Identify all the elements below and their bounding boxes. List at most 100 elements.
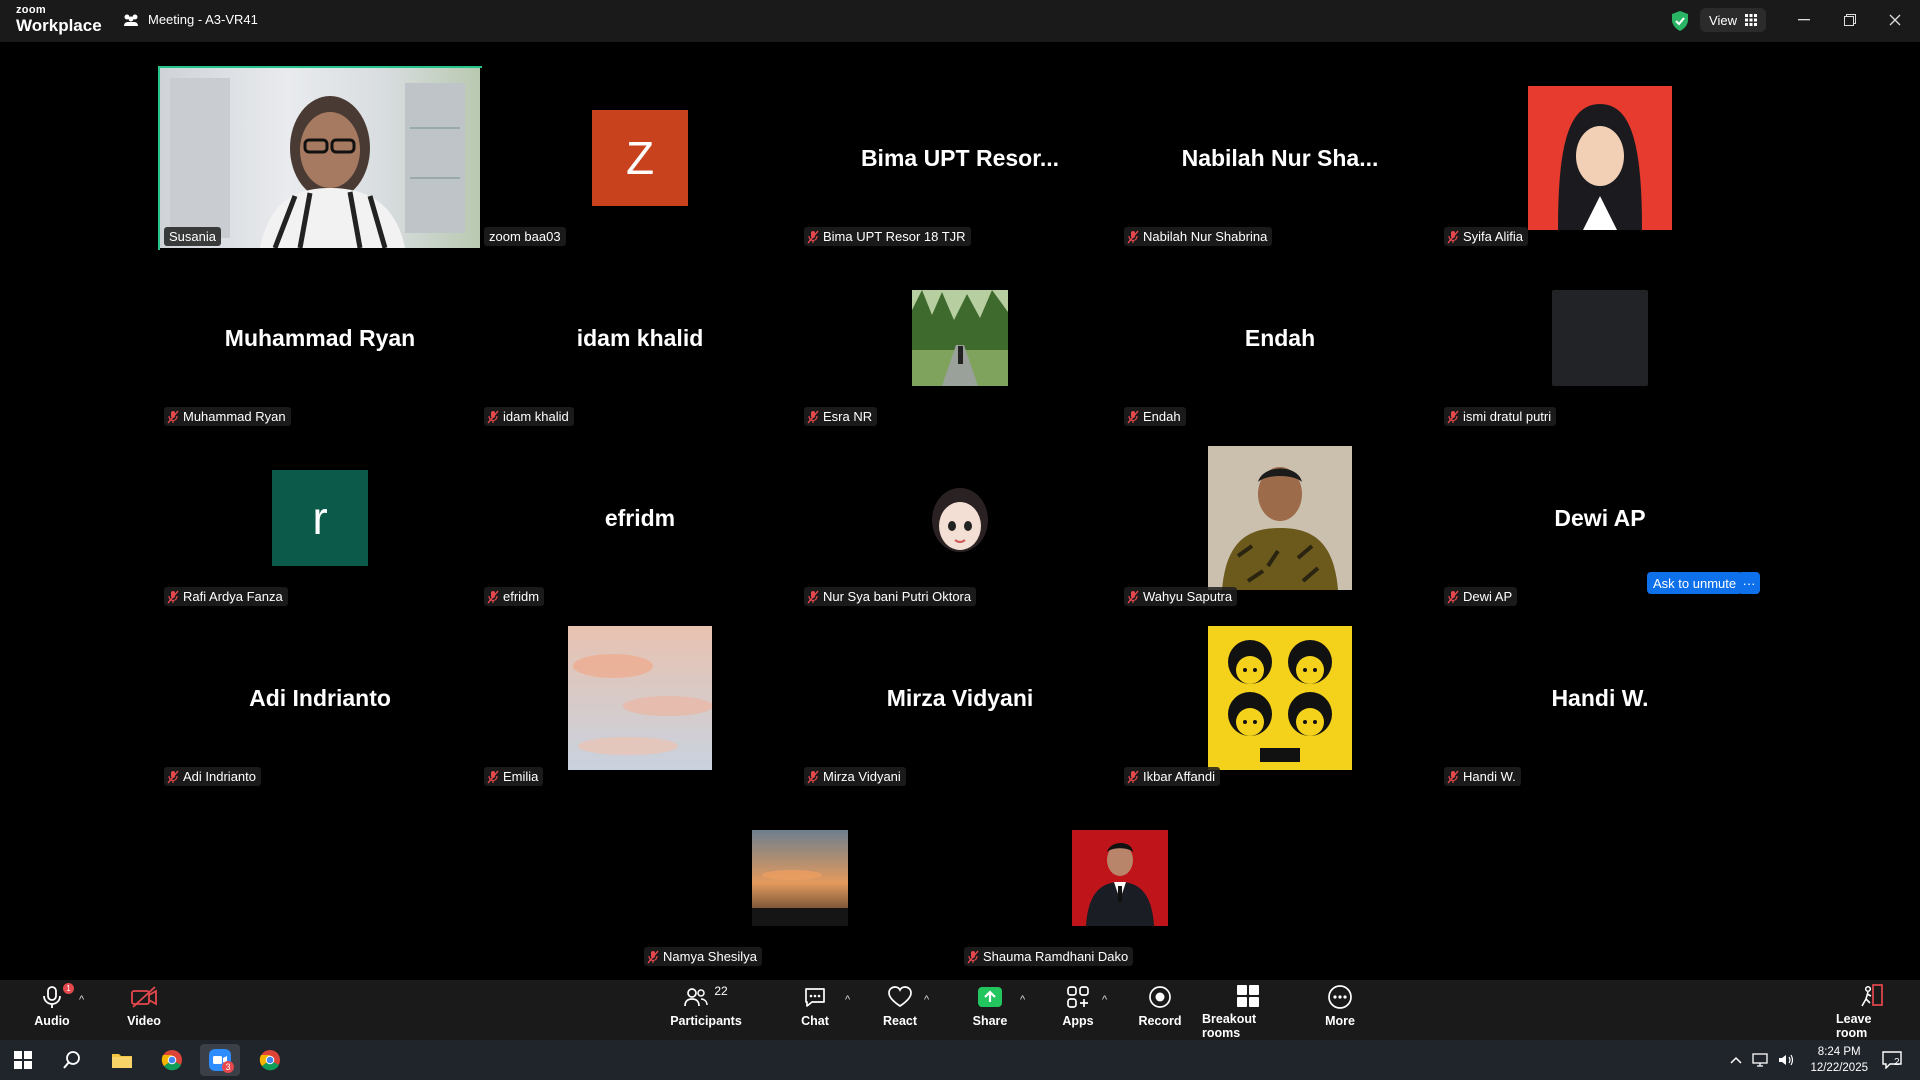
participants-icon bbox=[684, 988, 709, 1007]
speaker-icon bbox=[1779, 1054, 1794, 1066]
tile-more-options-button[interactable]: ··· bbox=[1738, 572, 1760, 594]
zoom-logo: zoom Workplace bbox=[16, 4, 102, 35]
chrome-icon bbox=[161, 1050, 182, 1071]
participant-tile-handi[interactable]: Handi W. Handi W. bbox=[1440, 608, 1760, 788]
profile-photo bbox=[1208, 446, 1352, 590]
muted-mic-icon bbox=[487, 590, 499, 603]
participant-tile-idam-khalid[interactable]: idam khalid idam khalid bbox=[480, 248, 800, 428]
muted-mic-icon bbox=[807, 770, 819, 783]
participant-tile-esra[interactable]: Esra NR bbox=[800, 248, 1120, 428]
participant-tile-mirza[interactable]: Mirza Vidyani Mirza Vidyani bbox=[800, 608, 1120, 788]
profile-photo bbox=[1552, 290, 1648, 386]
participants-group-icon bbox=[124, 14, 138, 26]
audio-options-caret[interactable]: ^ bbox=[79, 994, 84, 1006]
muted-mic-icon bbox=[1447, 410, 1459, 423]
zoom-notification-badge: 3 bbox=[222, 1061, 234, 1073]
notification-center[interactable]: 2 bbox=[1872, 1044, 1912, 1076]
participant-name-label: Nur Sya bani Putri Oktora bbox=[804, 587, 977, 606]
participant-name-label: Adi Indrianto bbox=[164, 767, 261, 786]
participant-tile-namya[interactable]: Namya Shesilya bbox=[640, 788, 960, 968]
chevron-up-icon bbox=[1730, 1056, 1742, 1064]
tray-volume[interactable] bbox=[1774, 1044, 1798, 1076]
chat-options-caret[interactable]: ^ bbox=[845, 994, 850, 1006]
participant-name-label: Syifa Alifia bbox=[1444, 227, 1528, 246]
minimize-button[interactable] bbox=[1791, 9, 1817, 31]
record-button[interactable]: Record bbox=[1138, 980, 1182, 1040]
participant-name-label: Handi W. bbox=[1444, 767, 1521, 786]
participant-tile-shauma[interactable]: Shauma Ramdhani Dako bbox=[960, 788, 1280, 968]
apps-button[interactable]: Apps bbox=[1058, 980, 1098, 1040]
participant-tile-endah[interactable]: Endah Endah bbox=[1120, 248, 1440, 428]
muted-mic-icon bbox=[1447, 770, 1459, 783]
participant-name-label: Dewi AP bbox=[1444, 587, 1518, 606]
participant-tile-muhammad-ryan[interactable]: Muhammad Ryan Muhammad Ryan bbox=[160, 248, 480, 428]
system-clock[interactable]: 8:24 PM 12/22/2025 bbox=[1810, 1044, 1868, 1076]
encryption-shield-icon[interactable] bbox=[1670, 10, 1690, 32]
letter-avatar: r bbox=[272, 470, 368, 566]
react-button[interactable]: React bbox=[880, 980, 920, 1040]
muted-mic-icon bbox=[1127, 410, 1139, 423]
participant-tile-nabilah[interactable]: Nabilah Nur Sha... Nabilah Nur Shabrina bbox=[1120, 68, 1440, 248]
taskbar-zoom[interactable]: 3 bbox=[200, 1044, 240, 1076]
muted-mic-icon bbox=[1447, 590, 1459, 603]
search-icon bbox=[63, 1051, 80, 1069]
participant-tile-efridm[interactable]: efridm efridm bbox=[480, 428, 800, 608]
participant-tile-adi[interactable]: Adi Indrianto Adi Indrianto bbox=[160, 608, 480, 788]
view-button[interactable]: View bbox=[1700, 8, 1766, 32]
participant-tile-rafi[interactable]: r Rafi Ardya Fanza bbox=[160, 428, 480, 608]
participant-tile-emilia[interactable]: Emilia bbox=[480, 608, 800, 788]
search-button[interactable] bbox=[52, 1044, 92, 1076]
tray-network[interactable] bbox=[1748, 1044, 1772, 1076]
audio-alert-badge: 1 bbox=[63, 983, 74, 994]
participants-button[interactable]: 22 Participants bbox=[670, 980, 742, 1040]
participant-name-label: Shauma Ramdhani Dako bbox=[964, 947, 1134, 966]
share-options-caret[interactable]: ^ bbox=[1020, 994, 1025, 1006]
participant-tile-zoom-baa03[interactable]: Z zoom baa03 bbox=[480, 68, 800, 248]
breakout-rooms-button[interactable]: Breakout rooms bbox=[1202, 980, 1294, 1040]
tray-overflow-chevron[interactable] bbox=[1724, 1044, 1748, 1076]
profile-photo bbox=[912, 470, 1008, 566]
chat-button[interactable]: Chat bbox=[795, 980, 835, 1040]
participant-name-label: Muhammad Ryan bbox=[164, 407, 291, 426]
participant-name-label: Esra NR bbox=[804, 407, 878, 426]
participant-video bbox=[160, 68, 480, 249]
participant-tile-susania[interactable]: Susania bbox=[158, 66, 482, 250]
share-button[interactable]: Share bbox=[966, 980, 1014, 1040]
participant-name-label: Ikbar Affandi bbox=[1124, 767, 1221, 786]
muted-mic-icon bbox=[167, 410, 179, 423]
muted-mic-icon bbox=[967, 950, 979, 963]
taskbar-chrome[interactable] bbox=[152, 1044, 192, 1076]
audio-button[interactable]: 1 Audio bbox=[30, 980, 74, 1040]
letter-avatar: Z bbox=[592, 110, 688, 206]
participant-name-label: Namya Shesilya bbox=[644, 947, 762, 966]
restore-button[interactable] bbox=[1837, 9, 1863, 31]
participant-tile-bima[interactable]: Bima UPT Resor... Bima UPT Resor 18 TJR bbox=[800, 68, 1120, 248]
react-options-caret[interactable]: ^ bbox=[924, 994, 929, 1006]
participant-name-label: Wahyu Saputra bbox=[1124, 587, 1238, 606]
more-button[interactable]: More bbox=[1320, 980, 1360, 1040]
close-button[interactable] bbox=[1882, 9, 1908, 31]
participant-tile-nur-syabani[interactable]: Nur Sya bani Putri Oktora bbox=[800, 428, 1120, 608]
profile-photo bbox=[1208, 626, 1352, 770]
profile-photo bbox=[752, 830, 848, 926]
participant-display-name: Endah bbox=[1244, 324, 1316, 351]
muted-mic-icon bbox=[1127, 590, 1139, 603]
participant-tile-wahyu[interactable]: Wahyu Saputra bbox=[1120, 428, 1440, 608]
network-icon bbox=[1752, 1053, 1768, 1067]
meeting-title: Meeting - A3-VR41 bbox=[122, 12, 258, 27]
folder-icon bbox=[112, 1054, 132, 1068]
taskbar-chrome-profile[interactable] bbox=[250, 1044, 290, 1076]
apps-icon bbox=[1067, 986, 1089, 1008]
leave-room-button[interactable]: Leave room bbox=[1836, 980, 1906, 1040]
apps-options-caret[interactable]: ^ bbox=[1102, 994, 1107, 1006]
muted-mic-icon bbox=[647, 950, 659, 963]
start-button[interactable] bbox=[3, 1044, 43, 1076]
participant-tile-ikbar[interactable]: Ikbar Affandi bbox=[1120, 608, 1440, 788]
participant-tile-syifa[interactable]: Syifa Alifia bbox=[1440, 68, 1760, 248]
participant-name-label: Bima UPT Resor 18 TJR bbox=[804, 227, 971, 246]
video-button[interactable]: Video bbox=[122, 980, 166, 1040]
ask-to-unmute-button[interactable]: Ask to unmute bbox=[1647, 572, 1743, 594]
participant-display-name: Mirza Vidyani bbox=[886, 684, 1034, 711]
participant-tile-ismi[interactable]: ismi dratul putri bbox=[1440, 248, 1760, 428]
taskbar-file-explorer[interactable] bbox=[102, 1044, 142, 1076]
